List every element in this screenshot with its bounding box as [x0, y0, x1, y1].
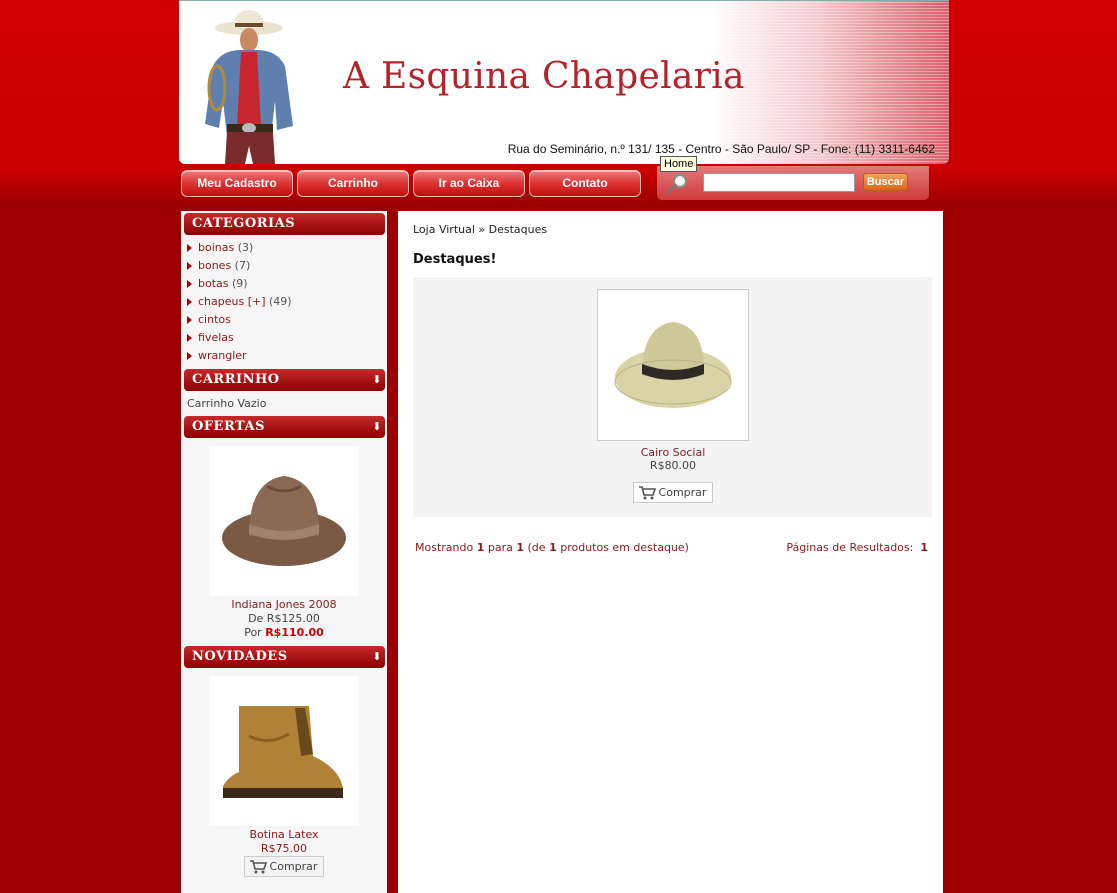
showing-mid1: para [484, 541, 517, 554]
offer-product-image[interactable] [209, 446, 359, 596]
category-count: (7) [231, 259, 251, 272]
triangle-bullet-icon [187, 280, 192, 288]
triangle-bullet-icon [187, 334, 192, 342]
page-wrapper: A Esquina Chapelaria Rua do Seminário, n… [179, 0, 949, 893]
category-link-chapeus[interactable]: chapeus [198, 295, 244, 308]
category-link-botas[interactable]: botas [198, 277, 229, 290]
showing-mid2: (de [524, 541, 550, 554]
offer-old-price: De R$125.00 [248, 612, 320, 625]
showing-to: 1 [516, 541, 525, 554]
category-link-bones[interactable]: bones [198, 259, 231, 272]
breadcrumb[interactable]: Loja Virtual » Destaques [413, 223, 547, 236]
search-button[interactable]: Buscar [863, 173, 908, 191]
left-sidebar: CATEGORIAS boinas (3) bones (7) botas (9… [181, 211, 387, 893]
nav-ir-ao-caixa-button[interactable]: Ir ao Caixa [413, 170, 525, 197]
product-price: R$80.00 [649, 459, 697, 472]
site-title: A Esquina Chapelaria [343, 56, 745, 97]
cart-header: CARRINHO ⬇ [184, 369, 385, 391]
results-count: Mostrando 1 para 1 (de 1 produtos em des… [415, 541, 689, 554]
collapse-arrow-icon[interactable]: ⬇ [372, 646, 382, 668]
category-count: (3) [234, 241, 254, 254]
pagination-current-page[interactable]: 1 [920, 541, 928, 554]
search-icon [667, 174, 687, 194]
featured-products-panel: Cairo Social R$80.00 Comprar [413, 277, 932, 517]
category-item[interactable]: botas (9) [187, 275, 387, 293]
offer-product-name[interactable]: Indiana Jones 2008 [181, 598, 387, 612]
category-link-fivelas[interactable]: fivelas [198, 331, 234, 344]
category-link-cintos[interactable]: cintos [198, 313, 231, 326]
category-item[interactable]: bones (7) [187, 257, 387, 275]
cart-icon [249, 860, 267, 874]
header-topline [179, 0, 949, 1]
news-header: NOVIDADES ⬇ [184, 646, 385, 668]
triangle-bullet-icon [187, 262, 192, 270]
categories-title: CATEGORIAS [192, 216, 296, 231]
offer-price-value: R$110.00 [265, 626, 324, 639]
news-product-name[interactable]: Botina Latex [181, 828, 387, 842]
pagination: Páginas de Resultados: 1 [786, 541, 928, 554]
news-product-price: R$75.00 [260, 842, 308, 855]
category-count: (9) [228, 277, 248, 290]
news-item: Botina Latex R$75.00 Comprar [181, 668, 387, 877]
cart-icon [638, 486, 656, 500]
showing-suffix: produtos em destaque) [556, 541, 689, 554]
showing-total: 1 [549, 541, 557, 554]
category-item[interactable]: fivelas [187, 329, 387, 347]
page-title: Destaques! [413, 252, 497, 267]
offer-by-label: Por [244, 626, 266, 639]
triangle-bullet-icon [187, 244, 192, 252]
product-buy-button[interactable]: Comprar [632, 482, 714, 503]
category-link-boinas[interactable]: boinas [198, 241, 234, 254]
category-item[interactable]: wrangler [187, 347, 387, 365]
categories-header: CATEGORIAS [184, 213, 385, 235]
offers-header: OFERTAS ⬇ [184, 416, 385, 438]
product-card: Cairo Social R$80.00 Comprar [597, 289, 749, 503]
triangle-bullet-icon [187, 316, 192, 324]
product-name[interactable]: Cairo Social [597, 446, 749, 459]
category-link-wrangler[interactable]: wrangler [198, 349, 247, 362]
offers-title: OFERTAS [192, 419, 265, 434]
buy-label: Comprar [658, 486, 707, 499]
category-expand-link[interactable]: [+] [244, 295, 266, 308]
collapse-arrow-icon[interactable]: ⬇ [372, 369, 382, 391]
triangle-bullet-icon [187, 352, 192, 360]
search-box: Buscar [657, 166, 929, 200]
boot-icon [223, 706, 343, 798]
site-header: A Esquina Chapelaria Rua do Seminário, n… [179, 0, 949, 164]
search-input[interactable] [703, 173, 855, 192]
news-title: NOVIDADES [192, 649, 288, 664]
news-buy-button[interactable]: Comprar [243, 856, 325, 877]
main-content: Loja Virtual » Destaques Destaques! Cair… [398, 211, 943, 893]
news-product-image[interactable] [209, 676, 359, 826]
category-item[interactable]: cintos [187, 311, 387, 329]
nav-carrinho-button[interactable]: Carrinho [297, 170, 409, 197]
offer-item: Indiana Jones 2008 De R$125.00 Por R$110… [181, 438, 387, 640]
store-address: Rua do Seminário, n.º 131/ 135 - Centro … [507, 142, 935, 156]
showing-prefix: Mostrando [415, 541, 477, 554]
offer-new-price: Por R$110.00 [181, 626, 387, 640]
category-item[interactable]: boinas (3) [187, 239, 387, 257]
nav-contato-button[interactable]: Contato [529, 170, 641, 197]
home-tooltip: Home [660, 156, 698, 172]
straw-hat-icon [614, 322, 732, 408]
product-image[interactable] [597, 289, 749, 441]
category-count: (49) [265, 295, 292, 308]
brown-fedora-hat-icon [222, 476, 346, 566]
triangle-bullet-icon [187, 298, 192, 306]
header-stripes [709, 0, 949, 164]
cowboy-logo-image [205, 10, 293, 164]
category-list: boinas (3) bones (7) botas (9) chapeus [… [187, 239, 387, 365]
buy-label: Comprar [269, 860, 318, 873]
nav-meu-cadastro-button[interactable]: Meu Cadastro [181, 170, 293, 197]
collapse-arrow-icon[interactable]: ⬇ [372, 416, 382, 438]
pagination-label: Páginas de Resultados: [786, 541, 921, 554]
category-item[interactable]: chapeus [+] (49) [187, 293, 387, 311]
cart-empty-text: Carrinho Vazio [187, 397, 267, 410]
cart-title: CARRINHO [192, 372, 280, 387]
